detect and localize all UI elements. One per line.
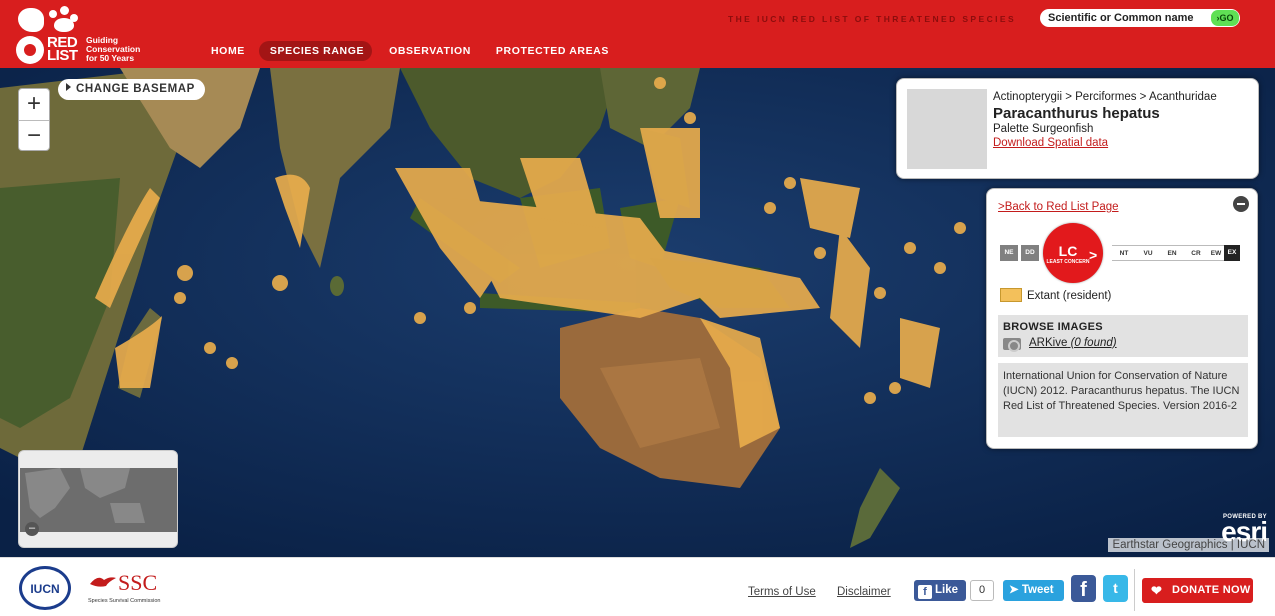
search-go-label: GO <box>1219 13 1234 23</box>
category-dd: DD <box>1021 245 1039 261</box>
zoom-in-button[interactable]: + <box>19 89 49 120</box>
search-input[interactable] <box>1048 11 1213 25</box>
species-thumbnail <box>907 89 987 169</box>
category-ne: NE <box>1000 245 1018 261</box>
nav-home[interactable]: HOME <box>200 41 253 61</box>
change-basemap-button[interactable]: CHANGE BASEMAP <box>58 79 205 100</box>
app-root: RED LIST Guiding Conservation for 50 Yea… <box>0 0 1275 616</box>
iucn-badge-icon <box>16 36 44 64</box>
back-to-red-list-link[interactable]: >Back to Red List Page <box>998 201 1119 213</box>
nav-species-range[interactable]: SPECIES RANGE <box>258 41 373 61</box>
bird-icon <box>90 577 116 587</box>
zoom-control: + − <box>18 88 50 151</box>
change-basemap-label: CHANGE BASEMAP <box>76 83 195 95</box>
overview-map[interactable]: – <box>18 450 178 548</box>
chevron-right-icon: > <box>1089 247 1098 263</box>
map-view[interactable]: + − CHANGE BASEMAP – POWERED BY esri Ear… <box>0 68 1275 557</box>
download-spatial-data-link[interactable]: Download Spatial data <box>993 137 1108 149</box>
camera-icon <box>1003 338 1021 352</box>
ssc-logo-text: SSC <box>118 570 158 595</box>
legend-swatch <box>1000 288 1022 302</box>
twitter-page-icon[interactable]: t <box>1103 575 1128 602</box>
category-cr: CR <box>1184 245 1208 261</box>
arkive-link[interactable]: ARKive (0 found) <box>1029 337 1117 349</box>
legend-label: Extant (resident) <box>1027 290 1112 302</box>
browse-images-section: BROWSE IMAGES ARKive (0 found) <box>998 315 1248 357</box>
browse-images-title: BROWSE IMAGES <box>1003 321 1103 333</box>
species-detail-panel: >Back to Red List Page NE DD NT VU EN CR… <box>986 188 1258 449</box>
donate-label: DONATE NOW <box>1172 584 1251 596</box>
search-box: ›GO <box>1040 9 1240 27</box>
logo-tagline: Guiding Conservation for 50 Years <box>86 35 141 63</box>
category-nt: NT <box>1112 245 1136 261</box>
overview-world-shapes <box>25 468 145 523</box>
category-ex: EX <box>1224 245 1240 261</box>
header: RED LIST Guiding Conservation for 50 Yea… <box>0 0 1275 68</box>
tweet-button[interactable]: ➤ Tweet <box>1003 580 1064 601</box>
footer: IUCN SSC Species Survival Commission Ter… <box>0 557 1275 616</box>
iucn-logo-text: IUCN <box>30 582 60 596</box>
footer-divider <box>1134 569 1135 611</box>
twitter-bird-icon: ➤ <box>1009 584 1019 596</box>
current-category-name: LEAST CONCERN <box>1046 259 1090 265</box>
category-ew: EW <box>1208 245 1224 261</box>
iucn-logo[interactable]: IUCN <box>19 566 71 610</box>
category-vu: VU <box>1136 245 1160 261</box>
arkive-label: ARKive <box>1029 337 1068 349</box>
overview-collapse-button[interactable]: – <box>25 522 39 536</box>
category-en: EN <box>1160 245 1184 261</box>
ssc-logo[interactable]: SSC Species Survival Commission <box>88 570 178 610</box>
donate-now-button[interactable]: ❤ DONATE NOW <box>1142 578 1253 603</box>
taxonomy-path: Actinopterygii > Perciformes > Acanthuri… <box>993 91 1217 103</box>
terms-of-use-link[interactable]: Terms of Use <box>748 586 816 598</box>
species-info-card: Actinopterygii > Perciformes > Acanthuri… <box>896 78 1259 179</box>
logo-text: RED LIST <box>47 34 78 64</box>
current-category-badge: LC LEAST CONCERN > <box>1043 223 1103 283</box>
overview-map-canvas <box>20 468 177 532</box>
triangle-right-icon <box>66 83 71 91</box>
map-attribution: Earthstar Geographics | IUCN <box>1108 538 1269 552</box>
citation-text: International Union for Conservation of … <box>998 363 1248 437</box>
red-list-logo[interactable]: RED LIST Guiding Conservation for 50 Yea… <box>16 4 156 64</box>
red-list-category-scale: NE DD NT VU EN CR EW EX <box>1000 245 1240 261</box>
main-nav: HOME SPECIES RANGE OBSERVATION PROTECTED… <box>200 41 617 61</box>
facebook-like-button[interactable]: f Like <box>914 580 966 601</box>
like-count: 0 <box>970 580 994 601</box>
search-go-button[interactable]: ›GO <box>1211 10 1239 26</box>
scientific-name: Paracanthurus hepatus <box>993 105 1160 122</box>
facebook-page-icon[interactable]: f <box>1071 575 1096 602</box>
like-label: Like <box>935 584 959 596</box>
hand-heart-icon: ❤ <box>1151 583 1163 598</box>
nav-protected-areas[interactable]: PROTECTED AREAS <box>485 41 617 61</box>
facebook-icon: f <box>918 585 932 599</box>
site-title: THE IUCN RED LIST OF THREATENED SPECIES <box>728 14 1017 24</box>
disclaimer-link[interactable]: Disclaimer <box>837 586 891 598</box>
zoom-out-button[interactable]: − <box>19 120 49 151</box>
nav-observation[interactable]: OBSERVATION <box>378 41 479 61</box>
ssc-subtitle: Species Survival Commission <box>88 598 161 604</box>
minimize-panel-icon[interactable] <box>1233 196 1249 212</box>
range-legend: Extant (resident) <box>1000 288 1111 302</box>
common-name: Palette Surgeonfish <box>993 123 1094 135</box>
arkive-count: (0 found) <box>1070 337 1117 349</box>
current-category-code: LC <box>1058 243 1078 259</box>
tweet-label: Tweet <box>1021 584 1054 596</box>
